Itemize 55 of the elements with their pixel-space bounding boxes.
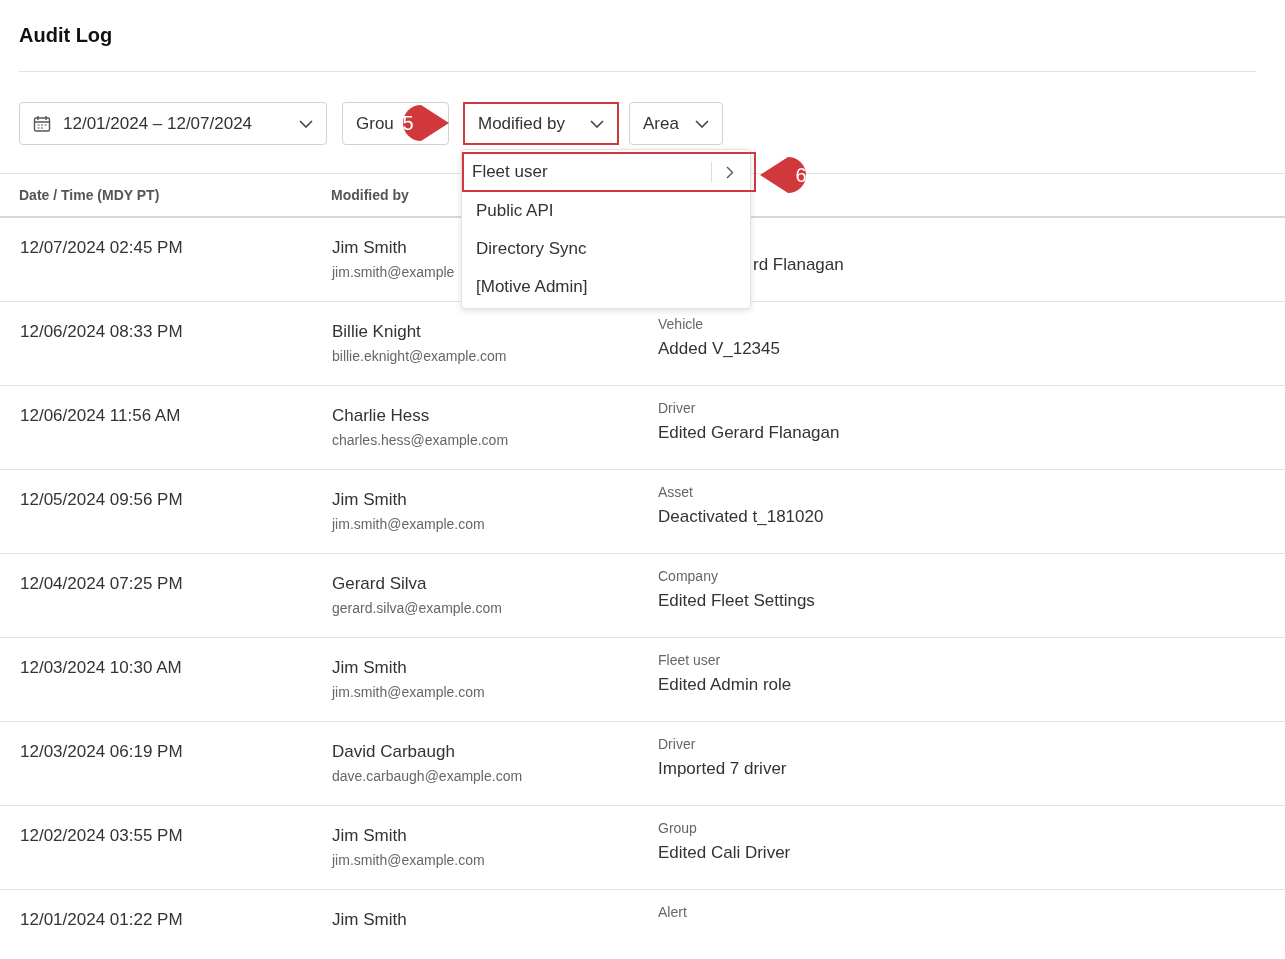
user-name: Jim Smith	[332, 237, 407, 258]
user-email: jim.smith@example.com	[332, 852, 485, 868]
area-label: Asset	[658, 484, 693, 501]
table-cell-text: 12/06/2024 11:56 AM	[20, 405, 181, 426]
action-text: rd Flanagan	[752, 255, 844, 275]
column-header: Modified by	[331, 187, 409, 203]
user-name: Billie Knight	[332, 321, 421, 342]
action-text: Edited Fleet Settings	[658, 591, 815, 611]
action-text: Edited Gerard Flanagan	[658, 423, 840, 443]
action-text: Deactivated t_181020	[658, 507, 824, 527]
date-range-picker[interactable]: 12/01/2024 – 12/07/2024	[19, 102, 327, 145]
menu-item[interactable]: [Motive Admin]	[462, 268, 750, 306]
table-cell-text: 12/03/2024 10:30 AM	[20, 657, 182, 678]
action-text: Edited Cali Driver	[658, 843, 791, 863]
area-label: Fleet user	[658, 652, 721, 669]
table-cell-text: 12/01/2024 01:22 PM	[20, 909, 183, 930]
chevron-down-icon	[299, 119, 313, 128]
user-email: billie.eknight@example.com	[332, 348, 507, 364]
user-name: Jim Smith	[332, 825, 407, 846]
action-text: Imported 7 driver	[658, 759, 787, 779]
area-label: Vehicle	[658, 316, 704, 333]
user-name: Charlie Hess	[332, 405, 430, 426]
user-name: Jim Smith	[332, 657, 407, 678]
table-cell-text: 12/03/2024 06:19 PM	[20, 741, 183, 762]
area-label: Company	[658, 568, 718, 585]
table-cell-text: 12/05/2024 09:56 PM	[20, 489, 183, 510]
action-text: Added V_12345	[658, 339, 780, 359]
user-name: Jim Smith	[332, 909, 407, 930]
filter-dropdown[interactable]: Modified by	[463, 102, 619, 145]
user-email: jim.smith@example	[332, 264, 455, 280]
area-label: Driver	[658, 736, 696, 753]
column-header: Date / Time (MDY PT)	[18, 187, 161, 203]
area-label: Group	[658, 820, 697, 837]
page-title: Audit Log	[19, 24, 113, 47]
user-email: jim.smith@example.com	[332, 684, 485, 700]
table-cell-text: 12/07/2024 02:45 PM	[20, 237, 183, 258]
menu-item[interactable]: Directory Sync	[462, 230, 750, 268]
menu-item[interactable]: Public API	[462, 192, 750, 230]
table-cell-text: 12/06/2024 08:33 PM	[20, 321, 183, 342]
table-cell-text: 12/04/2024 07:25 PM	[20, 573, 183, 594]
area-label: Alert	[658, 904, 687, 921]
user-email: charles.hess@example.com	[332, 432, 509, 448]
user-email: gerard.silva@example.com	[332, 600, 502, 616]
calendar-icon	[33, 114, 51, 133]
table-cell-text: 12/02/2024 03:55 PM	[20, 825, 183, 846]
user-email: dave.carbaugh@example.com	[332, 768, 523, 784]
user-name: David Carbaugh	[332, 741, 455, 762]
user-name: Jim Smith	[332, 489, 407, 510]
user-email: jim.smith@example.com	[332, 516, 485, 532]
chevron-down-icon	[695, 119, 709, 128]
filter-dropdown[interactable]: Area	[629, 102, 723, 145]
chevron-down-icon	[590, 119, 604, 128]
user-name: Gerard Silva	[332, 573, 427, 594]
area-label: Driver	[658, 400, 696, 417]
action-text: Edited Admin role	[658, 675, 792, 695]
